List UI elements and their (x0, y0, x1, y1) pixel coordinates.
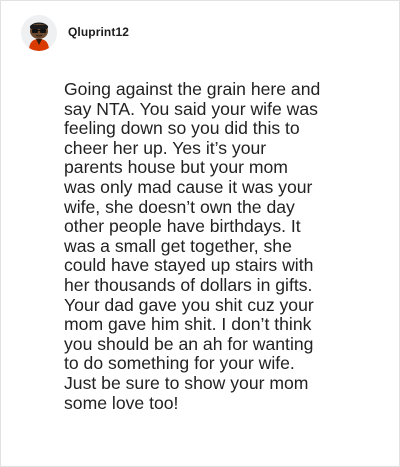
user-avatar[interactable] (21, 15, 57, 51)
comment-body: Going against the grain here and say NTA… (64, 79, 321, 413)
comment-header: Qluprint12 (21, 15, 129, 51)
username[interactable]: Qluprint12 (68, 25, 129, 39)
snoo-avatar-icon (21, 15, 57, 51)
comment-card: Qluprint12 Going against the grain here … (0, 0, 400, 467)
